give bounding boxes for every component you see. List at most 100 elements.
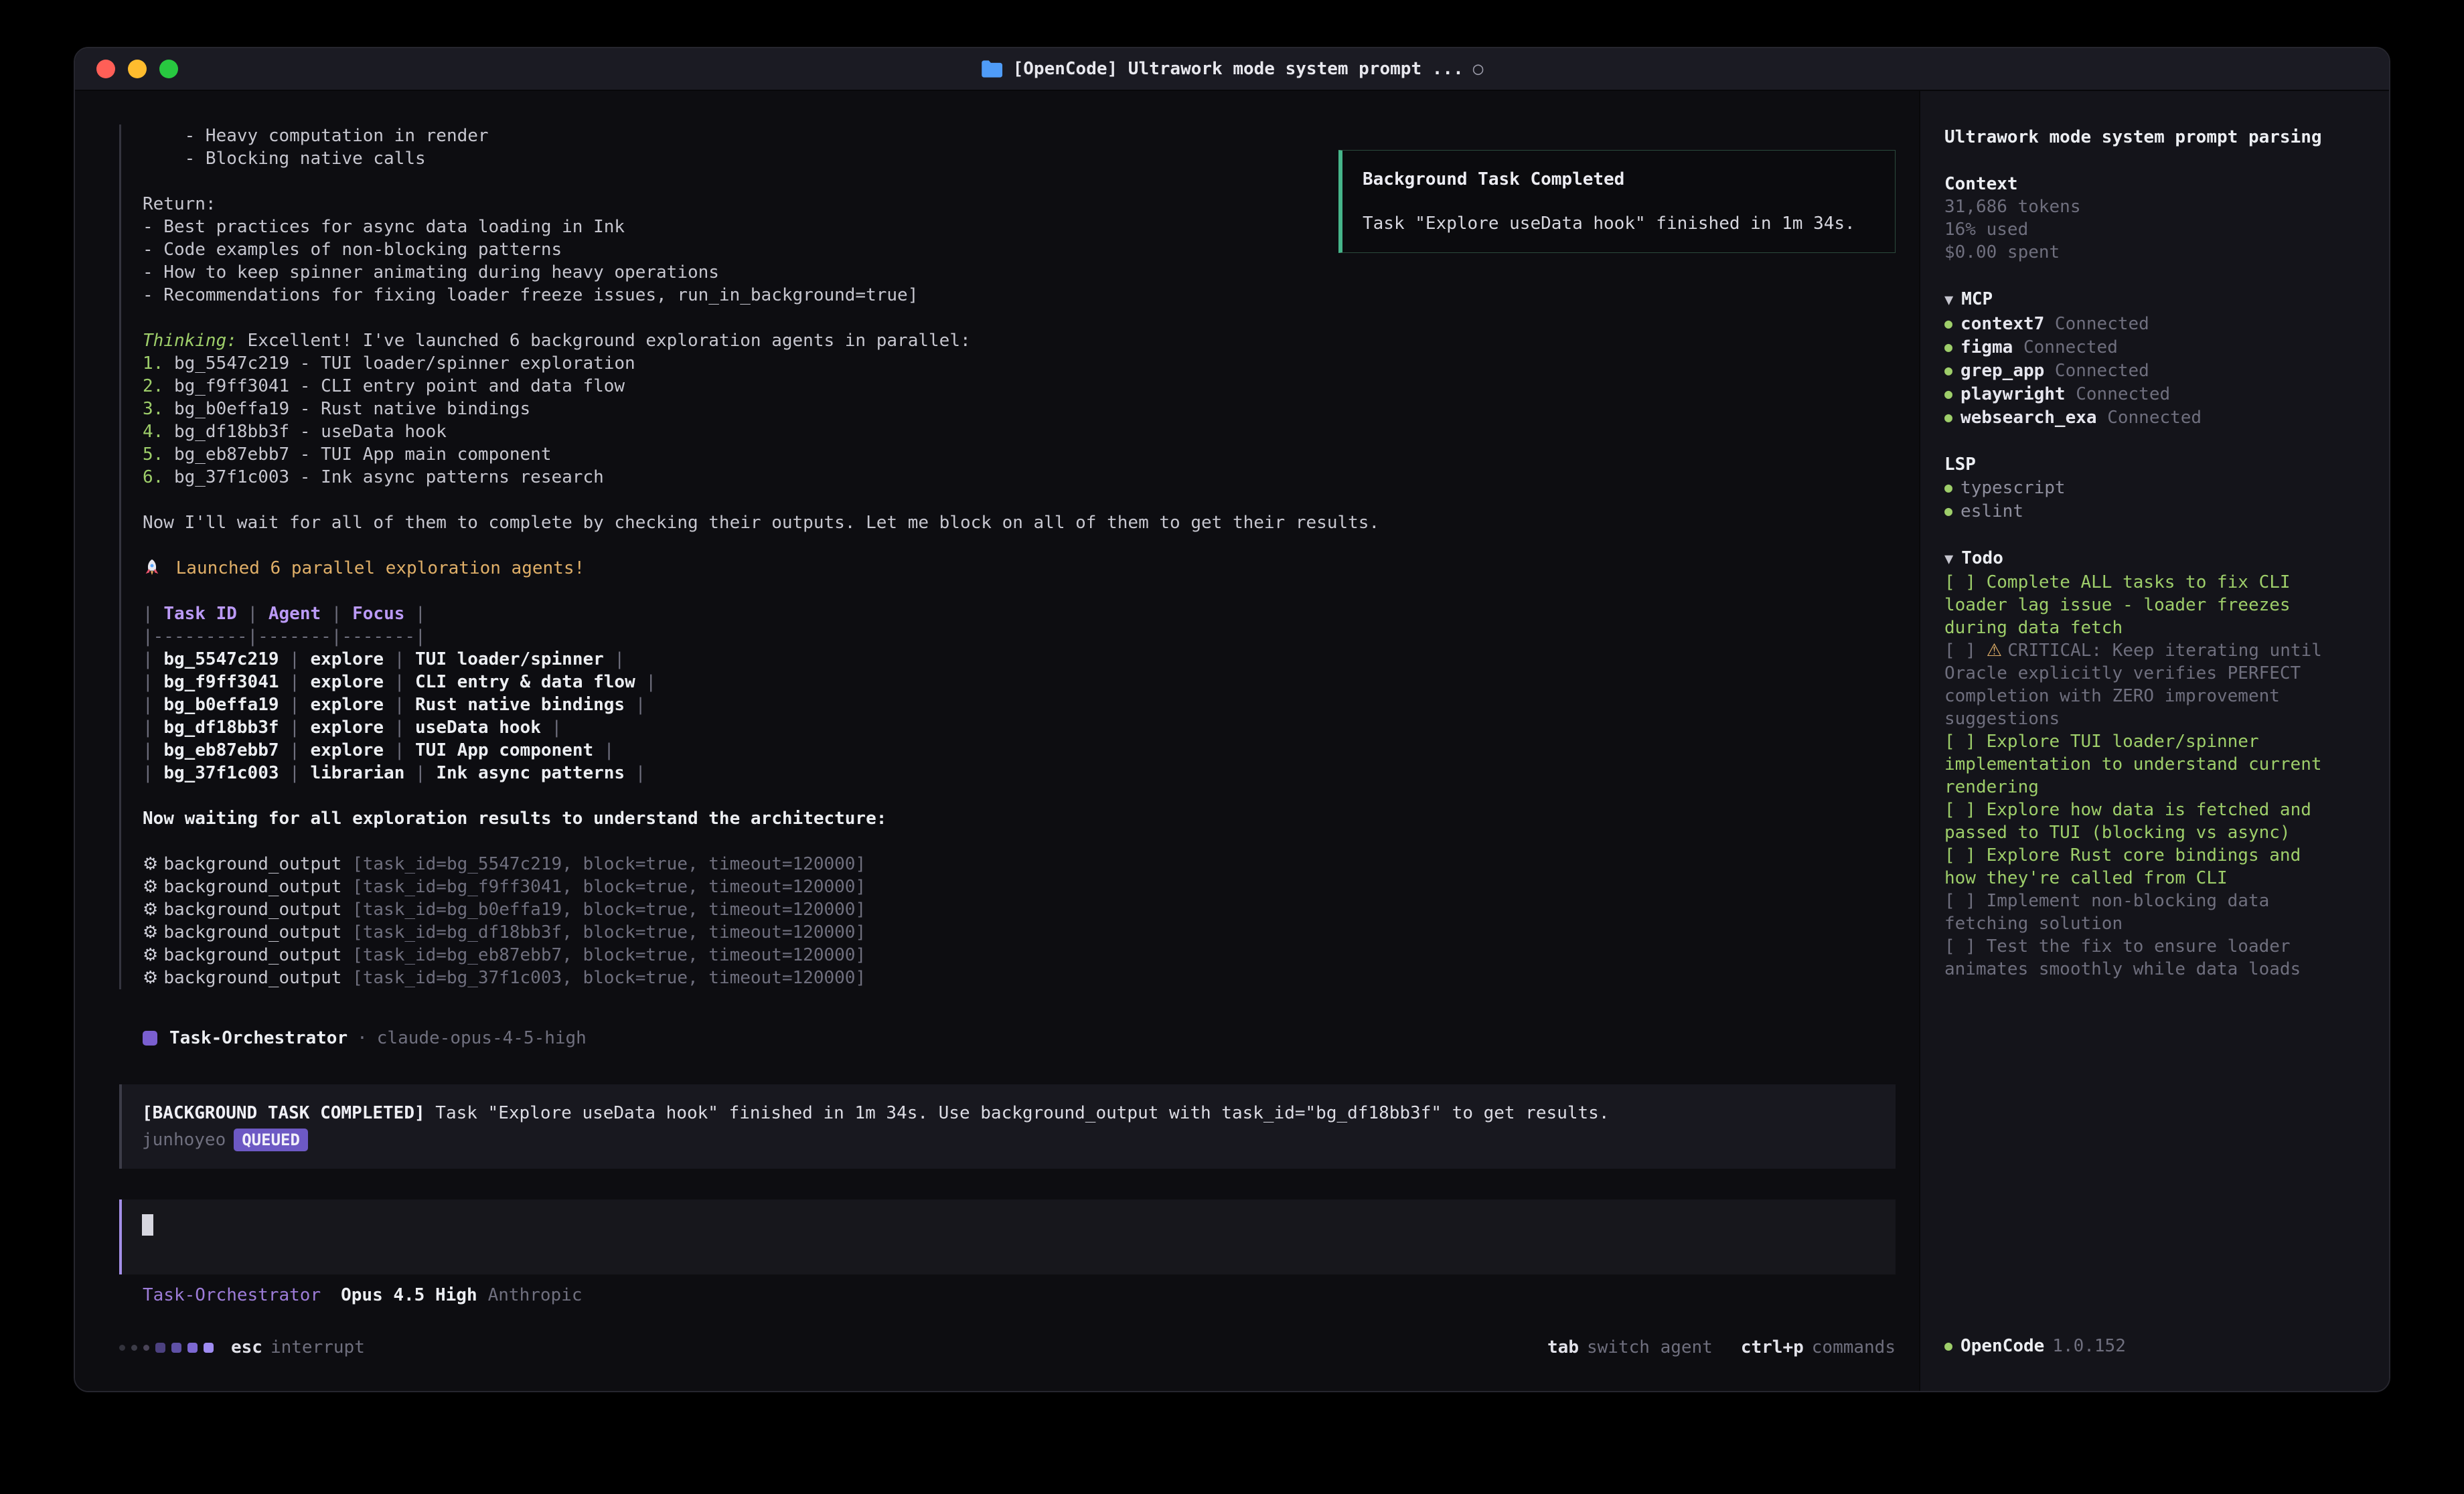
lsp-name: eslint	[1960, 501, 2023, 521]
provider-name: Anthropic	[488, 1285, 583, 1305]
text-segment: - Code examples of non-blocking patterns	[143, 240, 562, 260]
statusbar-left: esc interrupt	[119, 1337, 365, 1357]
text-segment: 4.	[143, 422, 174, 442]
mcp-status: Connected	[2044, 361, 2149, 381]
todo-text: Explore TUI loader/spinner implementatio…	[1944, 732, 2322, 797]
todo-checkbox: [ ]	[1944, 845, 1987, 865]
text-segment: [task_id=bg_b0effa19, block=true, timeou…	[352, 900, 866, 920]
text-segment: |	[384, 740, 415, 760]
terminal-line	[143, 534, 1896, 557]
terminal-line: Thinking: Excellent! I've launched 6 bac…	[143, 329, 1896, 352]
gear-icon: ⚙	[143, 854, 163, 874]
text-segment: Ink async patterns	[436, 763, 625, 783]
text-segment: Now I'll wait for all of them to complet…	[143, 513, 1379, 533]
text-segment: |	[143, 740, 163, 760]
text-segment: background_output	[163, 945, 352, 965]
todo-section: ▼Todo [ ] Complete ALL tasks to fix CLI …	[1944, 547, 2338, 981]
text-segment: Thinking:	[143, 331, 237, 351]
mcp-status: Connected	[2013, 337, 2118, 357]
todo-checkbox: [ ]	[1944, 891, 1987, 911]
queued-message-text: [BACKGROUND TASK COMPLETED] Task "Explor…	[142, 1102, 1875, 1125]
todo-text: Implement non-blocking data fetching sol…	[1944, 891, 2269, 934]
terminal-line: 5. bg_eb87ebb7 - TUI App main component	[143, 443, 1896, 466]
text-segment: [task_id=bg_eb87ebb7, block=true, timeou…	[352, 945, 866, 965]
queued-message-body: Task "Explore useData hook" finished in …	[425, 1103, 1610, 1123]
queued-message-heading: [BACKGROUND TASK COMPLETED]	[142, 1103, 425, 1123]
todo-item: [ ] Test the fix to ensure loader animat…	[1944, 935, 2338, 981]
lsp-list: ●typescript●eslint	[1944, 476, 2338, 523]
text-segment: |	[604, 649, 625, 669]
text-segment: - How to keep spinner animating during h…	[143, 262, 719, 282]
window-controls	[75, 60, 178, 78]
text-segment: explore	[310, 718, 384, 738]
todo-item: [ ] Explore TUI loader/spinner implement…	[1944, 730, 2338, 799]
mcp-item: ●figma Connected	[1944, 335, 2338, 359]
zoom-button[interactable]	[159, 60, 178, 78]
todo-text: Complete ALL tasks to fix CLI loader lag…	[1944, 572, 2291, 638]
text-segment: Rust native bindings	[415, 695, 625, 715]
gear-icon: ⚙	[143, 900, 163, 920]
text-segment: TUI App component	[415, 740, 593, 760]
app-window: [OpenCode] Ultrawork mode system prompt …	[74, 47, 2390, 1392]
todo-item: [ ] ⚠ CRITICAL: Keep iterating until Ora…	[1944, 639, 2338, 730]
lsp-section: LSP ●typescript●eslint	[1944, 453, 2338, 523]
folder-icon	[981, 60, 1004, 78]
todo-text: Explore how data is fetched and passed t…	[1944, 800, 2311, 843]
text-segment: |	[541, 718, 562, 738]
mcp-item: ●websearch_exa Connected	[1944, 406, 2338, 429]
context-stat: 31,686 tokens	[1944, 195, 2338, 218]
terminal-line: 3. bg_b0effa19 - Rust native bindings	[143, 398, 1896, 420]
terminal-line: | bg_5547c219 | explore | TUI loader/spi…	[143, 648, 1896, 671]
queued-message: [BACKGROUND TASK COMPLETED] Task "Explor…	[119, 1084, 1896, 1169]
text-segment: bg_b0effa19	[163, 695, 279, 715]
text-segment: bg_eb87ebb7	[163, 740, 279, 760]
minimize-button[interactable]	[128, 60, 147, 78]
text-segment: CLI entry & data flow	[415, 672, 635, 692]
text-segment: Task ID	[163, 604, 237, 624]
mcp-heading[interactable]: ▼MCP	[1944, 288, 2338, 312]
terminal-line: | bg_f9ff3041 | explore | CLI entry & da…	[143, 671, 1896, 693]
text-segment: background_output	[163, 877, 352, 897]
text-segment: [task_id=bg_37f1c003, block=true, timeou…	[352, 968, 866, 988]
text-segment: |	[384, 649, 415, 669]
text-segment: |	[279, 763, 311, 783]
mcp-name: websearch_exa	[1960, 408, 2097, 428]
terminal-line	[143, 580, 1896, 602]
status-ring-icon: ○	[1473, 59, 1484, 79]
prompt-input[interactable]	[119, 1199, 1896, 1274]
todo-text: Test the fix to ensure loader animates s…	[1944, 936, 2301, 979]
terminal-line: | bg_eb87ebb7 | explore | TUI App compon…	[143, 739, 1896, 762]
text-segment: |	[404, 604, 425, 624]
text-segment: Return:	[143, 194, 216, 214]
toast-title: Background Task Completed	[1363, 169, 1875, 189]
terminal-line	[143, 784, 1896, 807]
mcp-status: Connected	[2097, 408, 2202, 428]
text-segment: |	[143, 695, 163, 715]
status-dot-icon: ●	[1944, 362, 1952, 378]
terminal-line: |---------|-------|-------|	[143, 625, 1896, 648]
text-segment: 1.	[143, 353, 174, 374]
statusbar: esc interrupt tab switch agent ctrl+p co…	[119, 1337, 1896, 1357]
terminal-line: - Recommendations for fixing loader free…	[143, 284, 1896, 307]
todo-item: [ ] Explore Rust core bindings and how t…	[1944, 844, 2338, 890]
mcp-heading-label: MCP	[1961, 289, 1993, 309]
text-segment: Agent	[268, 604, 321, 624]
text-segment: bg_37f1c003 - Ink async patterns researc…	[174, 467, 604, 487]
close-button[interactable]	[96, 60, 115, 78]
terminal-line: | bg_df18bb3f | explore | useData hook |	[143, 716, 1896, 739]
text-segment: |	[143, 672, 163, 692]
todo-heading[interactable]: ▼Todo	[1944, 547, 2338, 571]
text-segment: useData hook	[415, 718, 541, 738]
mcp-list: ●context7 Connected●figma Connected●grep…	[1944, 312, 2338, 429]
text-segment: |	[279, 649, 311, 669]
text-segment: bg_df18bb3f	[163, 718, 279, 738]
agent-attribution: Task-Orchestrator · claude-opus-4-5-high	[119, 1028, 1896, 1048]
text-segment: bg_f9ff3041 - CLI entry point and data f…	[174, 376, 625, 396]
commands-key-label: commands	[1812, 1337, 1896, 1357]
text-segment: Launched 6 parallel exploration agents!	[165, 558, 585, 578]
text-segment: bg_f9ff3041	[163, 672, 279, 692]
text-segment: - Blocking native calls	[143, 149, 426, 169]
todo-checkbox: [ ]	[1944, 732, 1987, 752]
todo-checkbox: [ ]	[1944, 641, 1987, 661]
status-dot-icon: ●	[1944, 503, 1952, 519]
